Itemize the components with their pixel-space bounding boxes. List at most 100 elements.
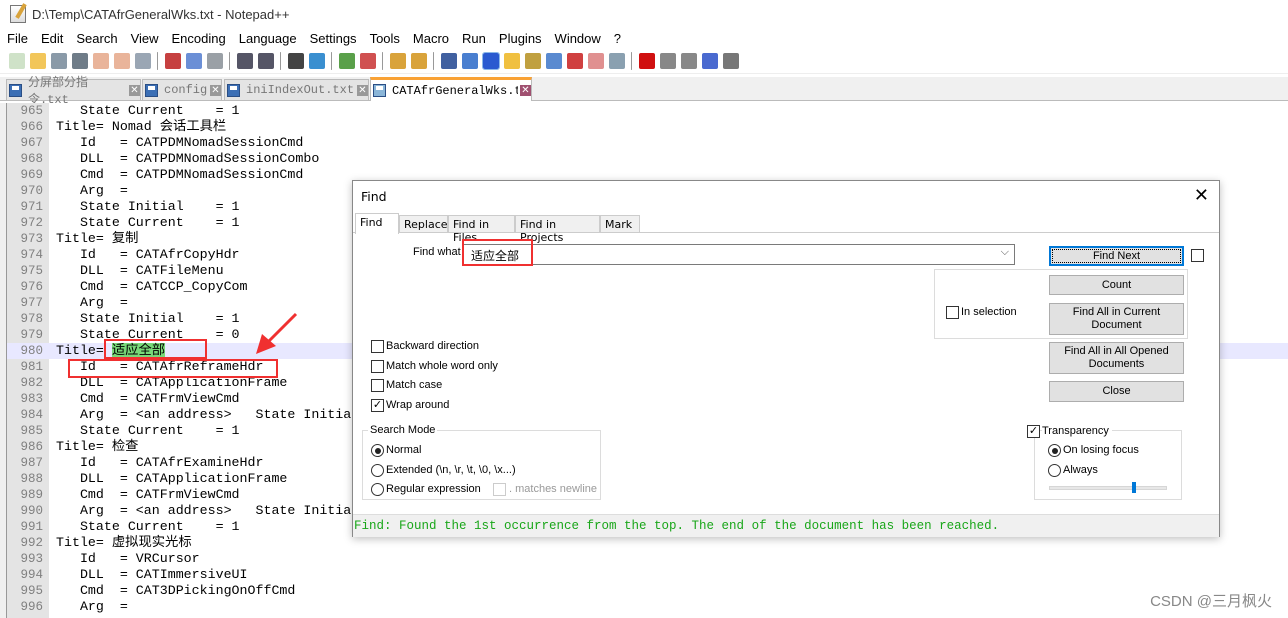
search-mode-radio[interactable] <box>371 483 384 496</box>
menu-item-File[interactable]: File <box>0 30 34 48</box>
sync-vertical-icon[interactable] <box>389 53 406 69</box>
open-file-icon[interactable] <box>29 53 46 69</box>
udl-icon[interactable] <box>503 53 520 69</box>
undo-icon[interactable] <box>236 53 253 69</box>
code-line: 994 DLL = CATImmersiveUI <box>7 567 1288 583</box>
menu-item-Plugins[interactable]: Plugins <box>492 30 548 48</box>
menu-item-Language[interactable]: Language <box>232 30 303 48</box>
folder-icon[interactable] <box>587 53 604 69</box>
slider-thumb[interactable] <box>1132 482 1137 493</box>
document-map-icon[interactable] <box>524 53 541 69</box>
line-number: 975 <box>20 264 43 278</box>
print-icon[interactable] <box>134 53 151 69</box>
indent-guide-icon[interactable] <box>481 52 500 70</box>
line-text: Title= 虚拟现实光标 <box>56 535 192 551</box>
monitoring-icon[interactable] <box>608 53 625 69</box>
menu-item-Encoding[interactable]: Encoding <box>165 30 232 48</box>
file-tab[interactable]: config.ini✕ <box>142 79 222 101</box>
search-mode-radio[interactable] <box>371 444 384 457</box>
line-text: Cmd = CATCCP_CopyCom <box>56 279 248 295</box>
chevron-down-icon[interactable]: ⌵ <box>1001 246 1009 259</box>
menu-item-Edit[interactable]: Edit <box>34 30 69 48</box>
line-number: 969 <box>20 168 43 182</box>
tab-close-icon[interactable]: ✕ <box>520 85 531 96</box>
function-list-icon[interactable] <box>545 53 562 69</box>
save-status-icon <box>227 83 240 97</box>
zoom-in-icon[interactable] <box>338 53 355 69</box>
close-button[interactable]: Close <box>1049 381 1184 402</box>
dialog-tabs: Find Replace Find in Files Find in Proje… <box>353 213 1219 244</box>
menu-item-View[interactable]: View <box>124 30 165 48</box>
find-next-option-checkbox[interactable] <box>1191 249 1204 262</box>
close-icon[interactable]: ✕ <box>1194 185 1209 206</box>
redo-icon[interactable] <box>257 53 274 69</box>
transparency-slider[interactable] <box>1049 482 1167 493</box>
find-what-input[interactable]: 适应全部 ⌵ <box>463 244 1015 265</box>
tab-close-icon[interactable]: ✕ <box>357 84 368 96</box>
on-losing-focus-radio[interactable] <box>1048 444 1061 457</box>
run-macro-multiple-icon[interactable] <box>701 53 718 69</box>
word-wrap-icon[interactable] <box>440 53 457 69</box>
find-icon[interactable] <box>287 53 304 69</box>
tab-find-in-projects[interactable]: Find in Projects <box>515 215 600 244</box>
line-text: Id = CATAfrCopyHdr <box>56 247 240 263</box>
file-tab[interactable]: iniIndexOut.txt ✕ <box>224 79 369 101</box>
matches-newline-checkbox <box>493 483 506 496</box>
menu-item-Window[interactable]: Window <box>548 30 607 48</box>
tab-close-icon[interactable]: ✕ <box>210 84 221 96</box>
menu-item-[interactable]: ? <box>607 30 627 48</box>
paste-icon[interactable] <box>206 53 223 69</box>
stop-macro-icon[interactable] <box>659 53 676 69</box>
sync-horizontal-icon[interactable] <box>410 53 427 69</box>
search-mode-radio[interactable] <box>371 463 384 477</box>
menu-item-Settings[interactable]: Settings <box>303 30 363 48</box>
transparency-checkbox[interactable]: ✓ <box>1027 425 1040 438</box>
in-selection-checkbox[interactable] <box>946 306 959 319</box>
menu-item-Tools[interactable]: Tools <box>363 30 406 48</box>
line-number: 978 <box>20 312 43 326</box>
option-checkbox[interactable]: ✓ <box>371 398 384 412</box>
cut-icon[interactable] <box>164 53 181 69</box>
option-label: Match whole word only <box>386 359 498 372</box>
copy-icon[interactable] <box>185 53 202 69</box>
option-checkbox[interactable] <box>371 340 384 353</box>
close-all-icon[interactable] <box>113 53 130 69</box>
find-all-current-button[interactable]: Find All in Current Document <box>1049 303 1184 335</box>
count-button[interactable]: Count <box>1049 275 1184 295</box>
file-tab[interactable]: 分屏部分指令.txt ✕ <box>6 76 141 107</box>
menu-item-Run[interactable]: Run <box>455 30 492 48</box>
tab-mark[interactable]: Mark <box>600 215 640 233</box>
line-text: Id = CATAfrExamineHdr <box>56 455 264 471</box>
in-selection-label: In selection <box>961 306 1017 318</box>
folder-workspace-icon[interactable] <box>566 53 583 69</box>
tab-find-in-files[interactable]: Find in Files <box>448 215 515 244</box>
line-number: 990 <box>20 504 43 518</box>
replace-icon[interactable] <box>308 53 325 69</box>
zoom-out-icon[interactable] <box>359 53 376 69</box>
find-all-opened-button[interactable]: Find All in All Opened Documents <box>1049 342 1184 374</box>
tab-replace[interactable]: Replace <box>399 215 448 233</box>
option-checkbox[interactable] <box>371 359 384 373</box>
always-radio[interactable] <box>1048 464 1061 477</box>
line-content: Title= 检查 <box>56 439 139 454</box>
play-macro-icon[interactable] <box>680 53 697 69</box>
tab-label: config.ini <box>164 83 208 97</box>
line-number: 986 <box>20 440 43 454</box>
toolbar-separator <box>382 52 383 70</box>
menu-item-Search[interactable]: Search <box>69 30 123 48</box>
save-macro-icon[interactable] <box>722 53 739 69</box>
close-icon[interactable] <box>92 53 109 69</box>
tab-find[interactable]: Find <box>355 213 399 234</box>
save-all-icon[interactable] <box>71 53 88 69</box>
option-checkbox[interactable] <box>371 379 384 392</box>
on-losing-focus-label: On losing focus <box>1063 444 1139 456</box>
find-next-button[interactable]: Find Next <box>1049 246 1184 266</box>
new-file-icon[interactable] <box>8 53 25 69</box>
code-line: 993 Id = VRCursor <box>7 551 1288 567</box>
record-macro-icon[interactable] <box>638 53 655 69</box>
save-icon[interactable] <box>50 53 67 69</box>
menu-item-Macro[interactable]: Macro <box>406 30 455 48</box>
file-tab[interactable]: CATAfrGeneralWks.txt✕ <box>370 77 532 101</box>
show-all-chars-icon[interactable] <box>461 53 478 69</box>
tab-close-icon[interactable]: ✕ <box>129 84 140 96</box>
